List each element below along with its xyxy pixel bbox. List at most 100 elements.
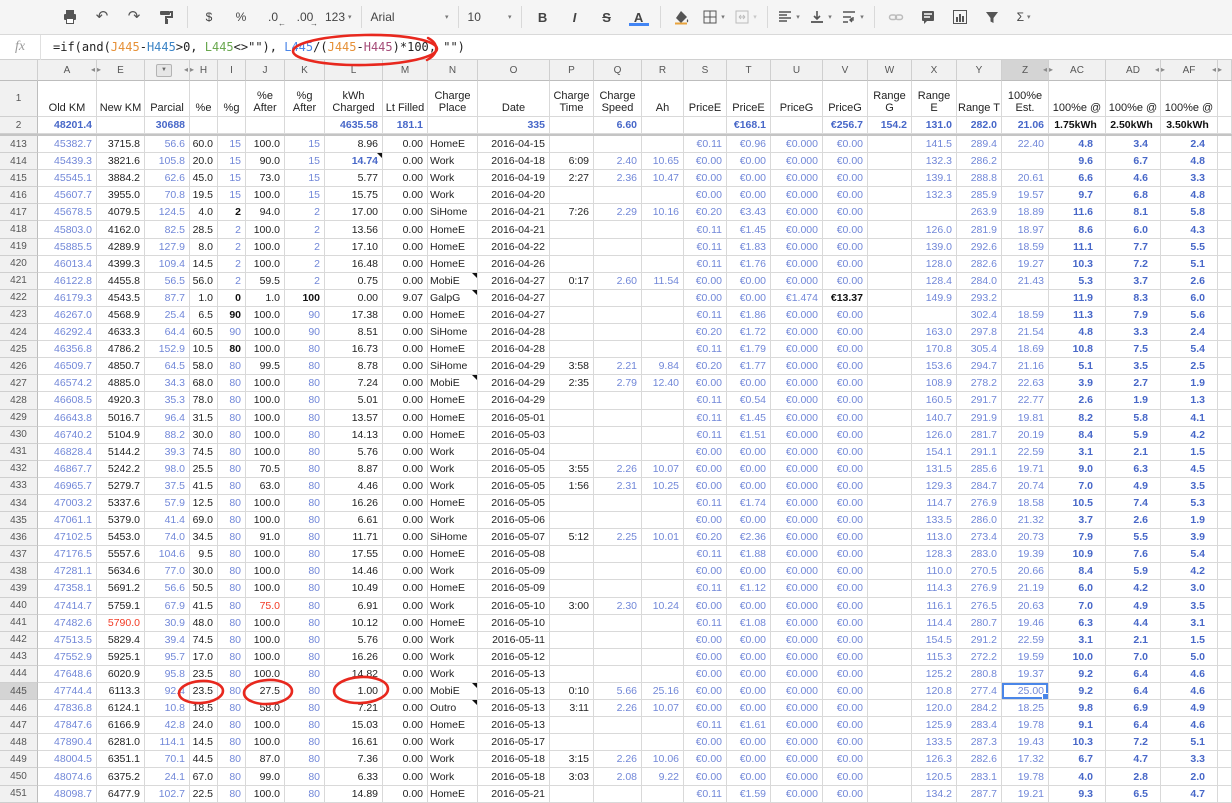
cell-O413[interactable]: 2016-04-15 [478, 136, 550, 153]
cell-E431[interactable]: 5144.2 [97, 444, 145, 461]
cell-J449[interactable]: 87.0 [246, 751, 285, 768]
cell-R425[interactable] [642, 341, 684, 358]
cell-T441[interactable]: €1.08 [727, 615, 771, 632]
cell-Y424[interactable]: 297.8 [957, 324, 1002, 341]
cell-V415[interactable]: €0.00 [823, 170, 868, 187]
cell-W2[interactable]: 154.2 [868, 117, 912, 134]
cell-E448[interactable]: 6281.0 [97, 734, 145, 751]
cell-P431[interactable] [550, 444, 594, 461]
cell-O427[interactable]: 2016-04-29 [478, 375, 550, 392]
cell-end416[interactable] [1218, 187, 1232, 204]
cell-T445[interactable]: €0.00 [727, 683, 771, 700]
toolbar-borders-icon[interactable]: ▾ [699, 5, 729, 29]
cell-S434[interactable]: €0.11 [684, 495, 727, 512]
cell-S445[interactable]: €0.00 [684, 683, 727, 700]
cell-parcial429[interactable]: 96.4 [145, 410, 190, 427]
cell-J422[interactable]: 1.0 [246, 290, 285, 307]
cell-H423[interactable]: 6.5 [190, 307, 218, 324]
cell-AF421[interactable]: 2.6 [1161, 273, 1218, 290]
row-header-413[interactable]: 413 [0, 136, 38, 153]
cell-AF414[interactable]: 4.8 [1161, 153, 1218, 170]
cell-AF438[interactable]: 4.2 [1161, 563, 1218, 580]
cell-E435[interactable]: 5379.0 [97, 512, 145, 529]
cell-W436[interactable] [868, 529, 912, 546]
cell-Y449[interactable]: 282.6 [957, 751, 1002, 768]
cell-V424[interactable]: €0.00 [823, 324, 868, 341]
cell-W423[interactable] [868, 307, 912, 324]
cell-Q413[interactable] [594, 136, 642, 153]
cell-X430[interactable]: 126.0 [912, 427, 957, 444]
cell-L441[interactable]: 10.12 [325, 615, 383, 632]
cell-N421[interactable]: MobiE [428, 273, 478, 290]
toolbar-format-percent-button[interactable]: % [226, 5, 256, 29]
cell-AD439[interactable]: 4.2 [1106, 580, 1161, 597]
cell-O420[interactable]: 2016-04-26 [478, 256, 550, 273]
cell-AD425[interactable]: 7.5 [1106, 341, 1161, 358]
field-label-time[interactable]: Charge Time [550, 81, 594, 117]
row-header-431[interactable]: 431 [0, 444, 38, 461]
cell-AC420[interactable]: 10.3 [1049, 256, 1106, 273]
cell-W417[interactable] [868, 204, 912, 221]
row-header-415[interactable]: 415 [0, 170, 38, 187]
cell-O443[interactable]: 2016-05-12 [478, 649, 550, 666]
cell-R436[interactable]: 10.01 [642, 529, 684, 546]
cell-U421[interactable]: €0.000 [771, 273, 823, 290]
cell-Z439[interactable]: 21.19 [1002, 580, 1049, 597]
cell-A432[interactable]: 46867.7 [38, 461, 97, 478]
cell-R444[interactable] [642, 666, 684, 683]
toolbar-redo-icon[interactable]: ↷ [119, 5, 149, 29]
cell-Q448[interactable] [594, 734, 642, 751]
cell-AF448[interactable]: 5.1 [1161, 734, 1218, 751]
toolbar-decrease-decimal-button[interactable]: .0← [258, 5, 288, 29]
cell-V436[interactable]: €0.00 [823, 529, 868, 546]
cell-Z440[interactable]: 20.63 [1002, 598, 1049, 615]
cell-H435[interactable]: 69.0 [190, 512, 218, 529]
cell-Q434[interactable] [594, 495, 642, 512]
cell-U426[interactable]: €0.000 [771, 358, 823, 375]
cell-A423[interactable]: 46267.0 [38, 307, 97, 324]
cell-I431[interactable]: 80 [218, 444, 246, 461]
cell-M422[interactable]: 9.07 [383, 290, 428, 307]
cell-W414[interactable] [868, 153, 912, 170]
row-header-427[interactable]: 427 [0, 375, 38, 392]
cell-V2[interactable]: €256.7 [823, 117, 868, 134]
cell-end415[interactable] [1218, 170, 1232, 187]
cell-R437[interactable] [642, 546, 684, 563]
cell-Z441[interactable]: 19.46 [1002, 615, 1049, 632]
cell-V439[interactable]: €0.00 [823, 580, 868, 597]
cell-X434[interactable]: 114.7 [912, 495, 957, 512]
cell-P422[interactable] [550, 290, 594, 307]
field-label-pe[interactable]: %e [190, 81, 218, 117]
cell-M425[interactable]: 0.00 [383, 341, 428, 358]
field-label-a[interactable]: Old KM [38, 81, 97, 117]
row-header-446[interactable]: 446 [0, 700, 38, 717]
cell-H433[interactable]: 41.5 [190, 478, 218, 495]
cell-T424[interactable]: €1.72 [727, 324, 771, 341]
cell-end425[interactable] [1218, 341, 1232, 358]
cell-AF451[interactable]: 4.7 [1161, 786, 1218, 803]
cell-U437[interactable]: €0.000 [771, 546, 823, 563]
cell-U422[interactable]: €1.474 [771, 290, 823, 307]
column-header-J[interactable]: J [246, 60, 285, 81]
cell-I436[interactable]: 80 [218, 529, 246, 546]
cell-P429[interactable] [550, 410, 594, 427]
field-label-y[interactable]: Range T [957, 81, 1002, 117]
toolbar-functions-button[interactable]: Σ▾ [1009, 5, 1039, 29]
cell-AC416[interactable]: 9.7 [1049, 187, 1106, 204]
cell-O421[interactable]: 2016-04-27 [478, 273, 550, 290]
cell-N428[interactable]: HomeE [428, 392, 478, 409]
cell-T439[interactable]: €1.12 [727, 580, 771, 597]
cell-AF443[interactable]: 5.0 [1161, 649, 1218, 666]
cell-Q439[interactable] [594, 580, 642, 597]
cell-AD421[interactable]: 3.7 [1106, 273, 1161, 290]
cell-end442[interactable] [1218, 632, 1232, 649]
cell-S444[interactable]: €0.00 [684, 666, 727, 683]
cell-A449[interactable]: 48004.5 [38, 751, 97, 768]
cell-AC425[interactable]: 10.8 [1049, 341, 1106, 358]
cell-S437[interactable]: €0.11 [684, 546, 727, 563]
cell-V448[interactable]: €0.00 [823, 734, 868, 751]
column-header-O[interactable]: O [478, 60, 550, 81]
field-label-speed[interactable]: Charge Speed [594, 81, 642, 117]
cell-S442[interactable]: €0.00 [684, 632, 727, 649]
cell-S423[interactable]: €0.11 [684, 307, 727, 324]
